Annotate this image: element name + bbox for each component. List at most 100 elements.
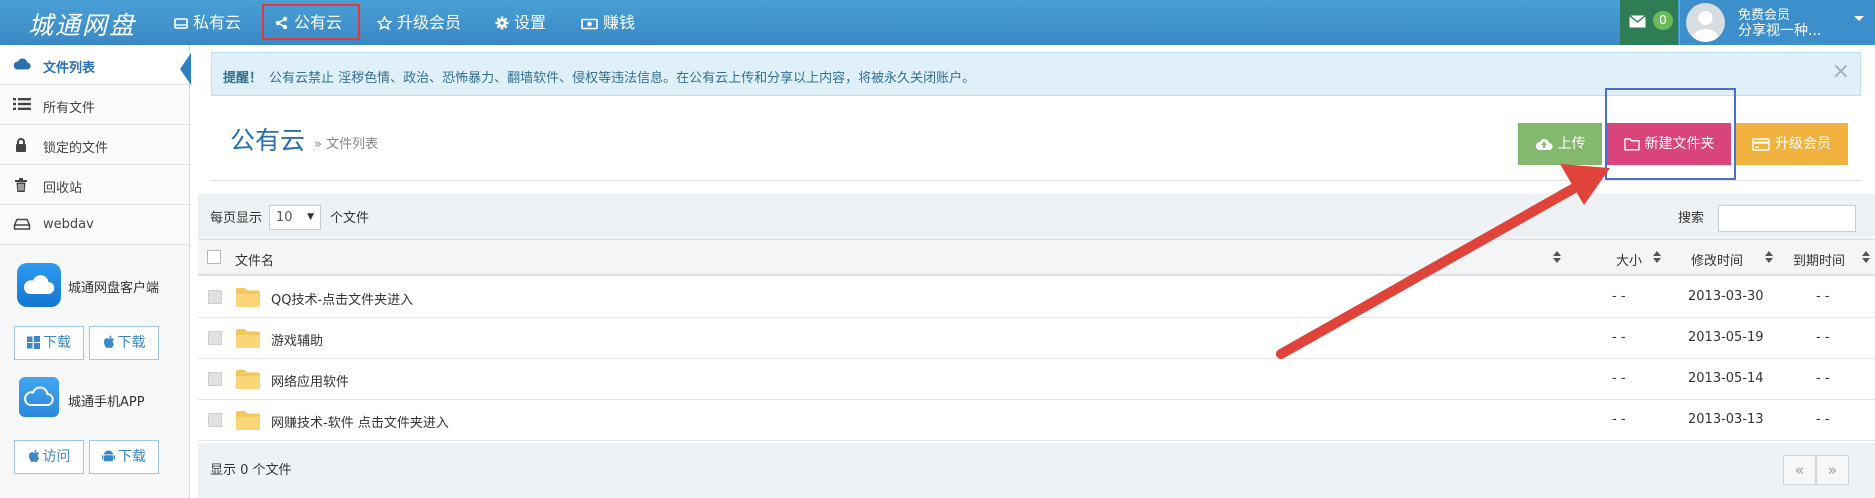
column-size[interactable]: 大小	[1616, 250, 1642, 269]
mobile-app-label: 城通手机APP	[68, 395, 145, 410]
nav-upgrade[interactable]: 升级会员	[376, 0, 462, 45]
column-modified[interactable]: 修改时间	[1691, 250, 1743, 269]
credit-card-icon	[1752, 138, 1770, 151]
mobile-cloud-icon[interactable]	[19, 377, 59, 417]
file-name[interactable]: 游戏辅助	[271, 330, 323, 349]
sort-icon[interactable]	[1862, 251, 1870, 263]
file-count: 显示 0 个文件	[210, 463, 292, 478]
pager-prev-button[interactable]: «	[1783, 455, 1816, 485]
column-name[interactable]: 文件名	[235, 250, 274, 269]
divider	[211, 180, 1861, 181]
file-expires: - -	[1816, 289, 1830, 304]
file-modified: 2013-05-19	[1688, 330, 1764, 345]
file-name[interactable]: 网赚技术-软件 点击文件夹进入	[271, 412, 449, 431]
sort-icon[interactable]	[1653, 251, 1661, 263]
button-label: 下载	[43, 335, 71, 351]
per-page-value: 10	[276, 210, 293, 225]
cloud-upload-icon	[1535, 138, 1553, 151]
folder-icon	[236, 370, 260, 389]
sidebar: 文件列表 所有文件 锁定的文件 回收站 webdav 城通网盘客户端 下载 下载…	[0, 45, 190, 498]
sidebar-item-recycle-bin[interactable]: 回收站	[0, 165, 189, 205]
drive-icon	[174, 18, 188, 29]
select-all-checkbox[interactable]	[207, 250, 221, 264]
android-icon	[102, 450, 115, 462]
table-row[interactable]: 网赚技术-软件 点击文件夹进入 - - 2013-03-13 - -	[198, 400, 1875, 441]
download-mac-button[interactable]: 下载	[89, 326, 159, 360]
table-row[interactable]: 网络应用软件 - - 2013-05-14 - -	[198, 359, 1875, 400]
table-row[interactable]: 游戏辅助 - - 2013-05-19 - -	[198, 318, 1875, 359]
file-size: - -	[1612, 330, 1626, 345]
download-android-button[interactable]: 下载	[89, 440, 159, 474]
sidebar-item-label: 锁定的文件	[43, 141, 109, 156]
sidebar-item-label: 回收站	[43, 181, 83, 196]
messages-button[interactable]: 0	[1620, 0, 1678, 45]
sidebar-item-file-list[interactable]: 文件列表	[0, 45, 189, 85]
nav-settings[interactable]: 设置	[495, 0, 546, 45]
user-menu[interactable]: 免费会员 分享视一种...	[1679, 0, 1875, 45]
table-header: 文件名 大小 修改时间 到期时间	[198, 240, 1875, 276]
cloud-outline-glyph	[24, 386, 54, 406]
user-silhouette-icon	[1692, 11, 1719, 42]
table-row[interactable]: QQ技术-点击文件夹进入 - - 2013-03-30 - -	[198, 277, 1875, 318]
upload-button[interactable]: 上传	[1518, 123, 1602, 165]
per-page-select[interactable]: 10 ▼	[269, 205, 321, 230]
money-icon	[581, 18, 598, 30]
folder-icon	[236, 288, 260, 307]
pager-next-button[interactable]: »	[1816, 455, 1849, 485]
avatar	[1686, 3, 1725, 42]
trash-icon	[15, 178, 27, 192]
cloud-icon	[13, 58, 31, 70]
sidebar-item-locked-files[interactable]: 锁定的文件	[0, 125, 189, 165]
nav-label: 赚钱	[603, 13, 636, 32]
nav-label: 升级会员	[397, 13, 462, 32]
apple-icon	[103, 335, 114, 348]
message-count-badge: 0	[1653, 11, 1673, 30]
sidebar-item-label: webdav	[43, 217, 94, 232]
file-expires: - -	[1816, 412, 1830, 427]
sidebar-item-label: 文件列表	[43, 61, 96, 76]
row-checkbox[interactable]	[208, 372, 222, 386]
row-checkbox[interactable]	[208, 290, 222, 304]
sort-icon[interactable]	[1765, 251, 1773, 263]
file-table: 每页显示 10 ▼ 个文件 搜索 文件名 大小 修改时间 到期时间 QQ技术-点…	[198, 194, 1875, 498]
column-expires[interactable]: 到期时间	[1793, 250, 1845, 269]
close-icon[interactable]: ×	[1832, 59, 1850, 84]
alert-title: 提醒！	[223, 71, 263, 86]
nav-label: 私有云	[193, 13, 242, 32]
file-name[interactable]: QQ技术-点击文件夹进入	[271, 289, 413, 308]
sidebar-item-all-files[interactable]: 所有文件	[0, 85, 189, 125]
visit-ios-button[interactable]: 访问	[14, 440, 84, 474]
desktop-client-label: 城通网盘客户端	[68, 281, 160, 296]
sort-icon[interactable]	[1553, 251, 1561, 263]
gear-icon	[495, 16, 509, 30]
row-checkbox[interactable]	[208, 413, 222, 427]
file-modified: 2013-05-14	[1688, 371, 1764, 386]
alert-message: 公有云禁止 淫秽色情、政治、恐怖暴力、翻墙软件、侵权等违法信息。在公有云上传和分…	[269, 71, 976, 86]
row-checkbox[interactable]	[208, 331, 222, 345]
button-label: 下载	[118, 449, 146, 465]
upgrade-button[interactable]: 升级会员	[1735, 123, 1848, 165]
nav-label: 设置	[514, 13, 547, 32]
button-label: 下载	[117, 335, 146, 351]
search-input[interactable]	[1718, 205, 1856, 232]
search-label: 搜索	[1678, 211, 1705, 226]
file-modified: 2013-03-30	[1688, 289, 1764, 304]
file-name[interactable]: 网络应用软件	[271, 371, 349, 390]
highlight-box	[1605, 88, 1736, 180]
star-icon	[376, 15, 393, 31]
apple-icon	[28, 449, 39, 462]
cloud-app-icon[interactable]	[17, 263, 61, 307]
sidebar-item-webdav[interactable]: webdav	[0, 205, 189, 245]
brand-logo[interactable]: 城通网盘	[28, 6, 136, 42]
user-name: 分享视一种...	[1738, 23, 1822, 39]
button-label: 升级会员	[1775, 136, 1831, 152]
file-size: - -	[1612, 371, 1626, 386]
table-footer: 显示 0 个文件 « »	[198, 443, 1875, 498]
download-windows-button[interactable]: 下载	[14, 326, 84, 360]
per-page-suffix: 个文件	[330, 211, 370, 226]
nav-private-cloud[interactable]: 私有云	[174, 0, 241, 45]
top-navbar: 城通网盘 私有云 公有云 升级会员 设置 赚钱 0 免费会员 分享视一种...	[0, 0, 1875, 45]
nav-earn[interactable]: 赚钱	[581, 0, 635, 45]
folder-icon	[236, 329, 260, 348]
caret-down-icon	[1854, 16, 1864, 21]
